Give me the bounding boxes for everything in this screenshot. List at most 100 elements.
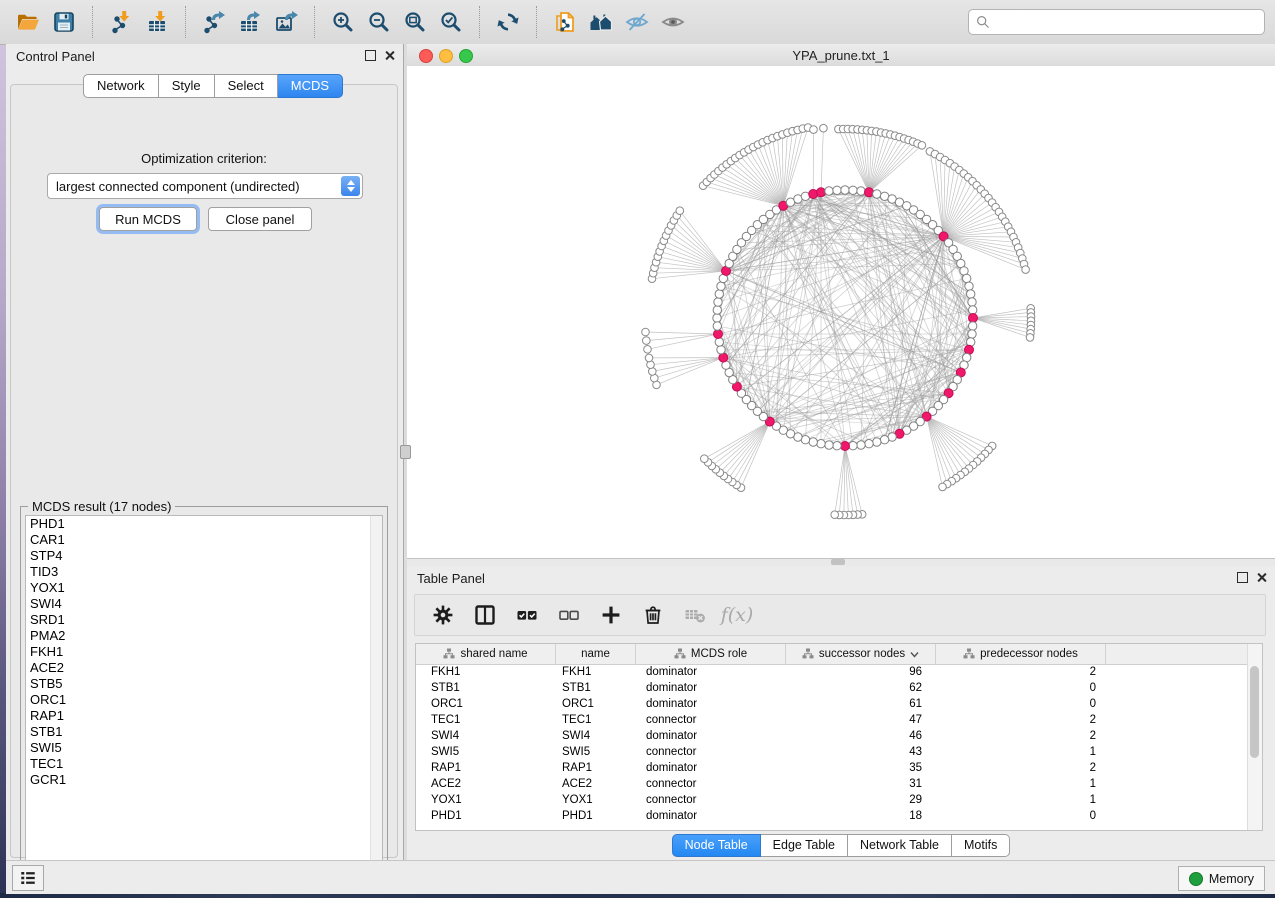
table-row[interactable]: STB1STB1dominator620 — [416, 680, 1248, 696]
refresh-view-button[interactable] — [490, 6, 526, 38]
export-image-button[interactable] — [268, 6, 304, 38]
add-column-button[interactable] — [597, 600, 625, 630]
zoom-selected-button[interactable] — [433, 6, 469, 38]
mcds-list-scrollbar[interactable] — [370, 516, 382, 872]
column-type-icon — [443, 648, 455, 660]
zoom-fit-button[interactable] — [397, 6, 433, 38]
cell-successors: 96 — [786, 666, 936, 678]
zoom-in-button[interactable] — [325, 6, 361, 38]
table-row[interactable]: SWI4SWI4dominator462 — [416, 728, 1248, 744]
dropdown-stepper-icon — [341, 176, 360, 196]
mcds-result-item[interactable]: PHD1 — [26, 516, 382, 532]
cell-name: STB1 — [556, 682, 636, 694]
cell-role: dominator — [636, 730, 786, 742]
toolbar-group — [479, 6, 536, 38]
mcds-result-item[interactable]: CAR1 — [26, 532, 382, 548]
column-header-shared-name[interactable]: shared name — [416, 644, 556, 664]
column-header-name[interactable]: name — [556, 644, 636, 664]
mcds-result-item[interactable]: YOX1 — [26, 580, 382, 596]
column-header-predecessor-nodes[interactable]: predecessor nodes — [936, 644, 1106, 664]
table-row[interactable]: SWI5SWI5connector431 — [416, 744, 1248, 760]
tab-network[interactable]: Network — [83, 74, 159, 98]
mcds-result-item[interactable]: STB1 — [26, 724, 382, 740]
column-header-successor-nodes[interactable]: successor nodes — [786, 644, 936, 664]
criterion-dropdown[interactable]: largest connected component (undirected) — [47, 173, 363, 199]
search-icon — [976, 15, 990, 29]
cell-role: dominator — [636, 810, 786, 822]
vertical-splitter-handle[interactable] — [400, 445, 411, 459]
cell-name: TEC1 — [556, 714, 636, 726]
mcds-result-item[interactable]: STB5 — [26, 676, 382, 692]
mcds-result-item[interactable]: FKH1 — [26, 644, 382, 660]
mcds-result-item[interactable]: TEC1 — [26, 756, 382, 772]
document-network-icon — [553, 10, 577, 34]
network-view[interactable] — [407, 66, 1275, 558]
deselect-all-button[interactable] — [555, 600, 583, 630]
table-row[interactable]: ORC1ORC1dominator610 — [416, 696, 1248, 712]
tab-network-table[interactable]: Network Table — [848, 834, 952, 857]
float-table-panel-icon[interactable] — [1237, 572, 1248, 583]
mcds-result-item[interactable]: TID3 — [26, 564, 382, 580]
hide-details-button[interactable] — [619, 6, 655, 38]
tab-motifs[interactable]: Motifs — [952, 834, 1010, 857]
mcds-result-item[interactable]: GCR1 — [26, 772, 382, 788]
table-scrollbar-thumb[interactable] — [1250, 666, 1259, 758]
memory-button[interactable]: Memory — [1178, 866, 1265, 891]
close-panel-button[interactable]: Close panel — [208, 207, 312, 231]
table-row[interactable]: FKH1FKH1dominator962 — [416, 664, 1248, 680]
mcds-result-item[interactable]: PMA2 — [26, 628, 382, 644]
sort-icon — [910, 651, 919, 658]
save-session-button[interactable] — [46, 6, 82, 38]
zoom-out-button[interactable] — [361, 6, 397, 38]
cell-predecessors: 2 — [936, 730, 1106, 742]
column-label: predecessor nodes — [980, 648, 1078, 660]
document-network-button[interactable] — [547, 6, 583, 38]
mcds-result-item[interactable]: RAP1 — [26, 708, 382, 724]
mcds-result-item[interactable]: SWI5 — [26, 740, 382, 756]
home-button[interactable] — [583, 6, 619, 38]
cell-role: dominator — [636, 762, 786, 774]
mcds-result-group: MCDS result (17 nodes) PHD1CAR1STP4TID3Y… — [20, 506, 388, 878]
horizontal-splitter-handle[interactable] — [831, 559, 845, 565]
delete-column-button[interactable] — [639, 600, 667, 630]
task-history-button[interactable] — [12, 865, 44, 891]
run-mcds-button[interactable]: Run MCDS — [99, 207, 197, 231]
search-box — [968, 9, 1265, 35]
tab-node-table[interactable]: Node Table — [672, 834, 761, 857]
search-input[interactable] — [994, 12, 1264, 32]
mcds-result-item[interactable]: ORC1 — [26, 692, 382, 708]
table-row[interactable]: TEC1TEC1connector472 — [416, 712, 1248, 728]
table-scrollbar[interactable] — [1247, 644, 1262, 830]
open-file-button[interactable] — [10, 6, 46, 38]
table-toolbar: f(x) — [414, 594, 1266, 636]
mcds-result-item[interactable]: SWI4 — [26, 596, 382, 612]
float-panel-icon[interactable] — [365, 50, 376, 61]
table-row[interactable]: RAP1RAP1dominator352 — [416, 760, 1248, 776]
tab-style[interactable]: Style — [159, 74, 215, 98]
cell-shared_name: SWI5 — [416, 746, 556, 758]
import-table-button[interactable] — [139, 6, 175, 38]
show-columns-button[interactable] — [471, 600, 499, 630]
table-row[interactable]: YOX1YOX1connector291 — [416, 792, 1248, 808]
toolbar-group — [314, 6, 479, 38]
settings-gear-button[interactable] — [429, 600, 457, 630]
export-table-button[interactable] — [232, 6, 268, 38]
export-network-button[interactable] — [196, 6, 232, 38]
tab-mcds[interactable]: MCDS — [278, 74, 343, 98]
table-row[interactable]: PHD1PHD1dominator180 — [416, 808, 1248, 824]
close-table-panel-icon[interactable] — [1256, 572, 1267, 583]
tab-edge-table[interactable]: Edge Table — [761, 834, 848, 857]
mcds-result-item[interactable]: ACE2 — [26, 660, 382, 676]
column-header-MCDS-role[interactable]: MCDS role — [636, 644, 786, 664]
show-details-button[interactable] — [655, 6, 691, 38]
select-all-button[interactable] — [513, 600, 541, 630]
cell-shared_name: YOX1 — [416, 794, 556, 806]
zoom-out-icon — [367, 10, 391, 34]
mcds-result-item[interactable]: STP4 — [26, 548, 382, 564]
close-panel-icon[interactable] — [384, 50, 395, 61]
table-row[interactable]: ACE2ACE2connector311 — [416, 776, 1248, 792]
import-network-button[interactable] — [103, 6, 139, 38]
network-graph[interactable] — [407, 66, 1275, 558]
tab-select[interactable]: Select — [215, 74, 278, 98]
mcds-result-item[interactable]: SRD1 — [26, 612, 382, 628]
